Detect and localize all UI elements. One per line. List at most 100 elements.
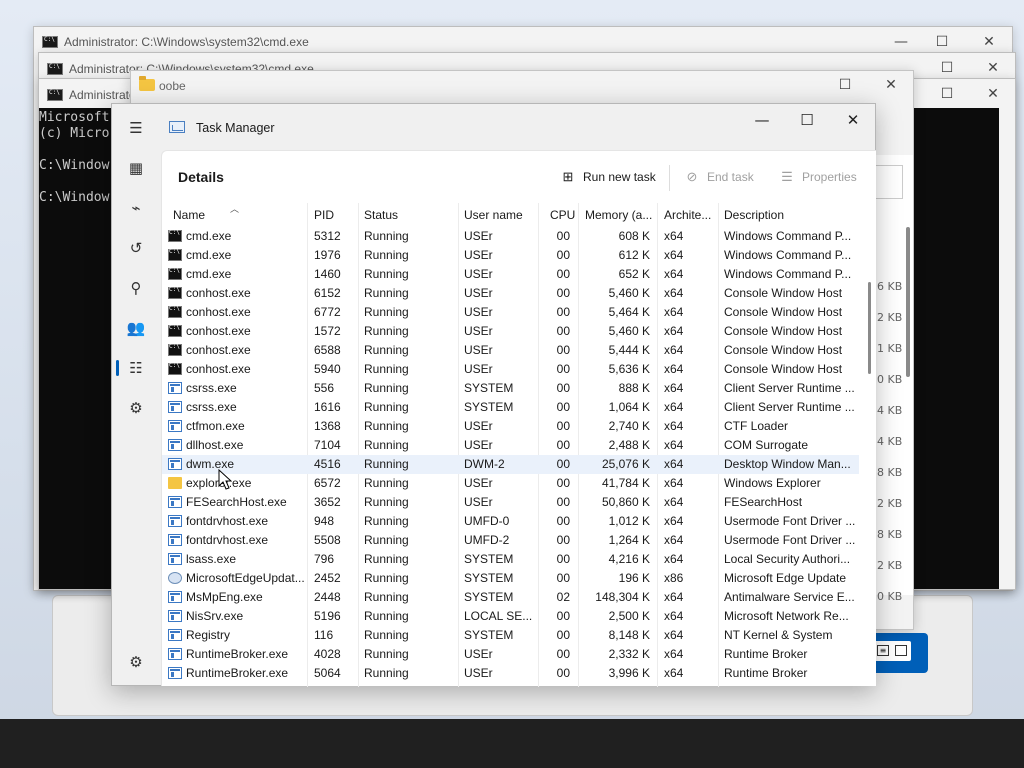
close-icon[interactable]: ✕ — [977, 34, 1001, 50]
app-history-icon[interactable]: ↺ — [124, 236, 148, 260]
process-description: Windows Explorer — [724, 476, 821, 490]
view-toggle[interactable]: ≡ — [873, 641, 911, 661]
process-description: Usermode Font Driver ... — [724, 514, 856, 528]
table-row[interactable]: cmd.exe 1460 Running USEr 00 652 K x64 Windows … — [162, 265, 859, 284]
process-memory: 652 K — [618, 267, 650, 281]
button-label: Properties — [802, 170, 857, 184]
column-header-status[interactable]: Status — [364, 208, 454, 224]
process-name: RuntimeBroker.exe — [186, 666, 289, 680]
process-status: Running — [364, 476, 409, 490]
table-row[interactable]: FESearchHost.exe 3652 Running USEr 00 50,860 … — [162, 493, 859, 512]
details-page: Details ⊞ Run new task ⊘ End task ☰ Propert… — [161, 150, 876, 687]
process-description: Client Server Runtime ... — [724, 381, 855, 395]
properties-button[interactable]: ☰ Properties — [779, 169, 857, 185]
column-header-memory[interactable]: Memory (a... — [585, 208, 655, 224]
column-header-cpu[interactable]: CPU — [550, 208, 578, 224]
run-task-icon: ⊞ — [562, 169, 574, 184]
process-cpu: 00 — [556, 400, 570, 414]
process-memory: 608 K — [618, 229, 650, 243]
process-description: Runtime Broker — [724, 666, 808, 680]
table-row[interactable]: csrss.exe 556 Running SYSTEM 00 888 K x64 Clien… — [162, 379, 859, 398]
process-cpu: 00 — [556, 324, 570, 338]
list-view-icon[interactable]: ≡ — [877, 645, 889, 656]
process-cpu: 02 — [556, 590, 570, 604]
table-row[interactable]: lsass.exe 796 Running SYSTEM 00 4,216 K x64 Loc… — [162, 550, 859, 569]
table-row[interactable]: csrss.exe 1616 Running SYSTEM 00 1,064 K x64 Cl… — [162, 398, 859, 417]
table-row[interactable]: ctfmon.exe 1368 Running USEr 00 2,740 K x64 CTF… — [162, 417, 859, 436]
process-cpu: 00 — [556, 552, 570, 566]
end-task-button[interactable]: ⊘ End task — [684, 169, 754, 185]
process-status: Running — [364, 552, 409, 566]
tile-view-icon[interactable] — [895, 645, 907, 656]
settings-icon[interactable]: ⚙ — [124, 650, 148, 674]
users-icon[interactable]: 👥 — [124, 316, 148, 340]
scrollbar[interactable] — [906, 227, 910, 377]
process-cpu: 00 — [556, 343, 570, 357]
process-name: conhost.exe — [186, 286, 251, 300]
file-size: 0 KB — [877, 590, 903, 603]
column-header-architecture[interactable]: Archite... — [664, 208, 718, 224]
minimize-icon[interactable]: — — [889, 34, 913, 50]
details-icon[interactable]: ☷ — [124, 356, 148, 380]
processes-icon[interactable]: ▦ — [124, 156, 148, 180]
table-row[interactable]: explorer.exe 6572 Running USEr 00 41,784 K x64… — [162, 474, 859, 493]
process-name: Registry — [186, 628, 231, 642]
column-header-description[interactable]: Description — [724, 208, 854, 224]
process-pid: 6772 — [314, 305, 341, 319]
table-row[interactable]: cmd.exe 1976 Running USEr 00 612 K x64 Windows … — [162, 246, 859, 265]
minimize-icon[interactable]: — — [747, 112, 777, 128]
process-status: Running — [364, 590, 409, 604]
process-user: SYSTEM — [464, 381, 514, 395]
close-icon[interactable]: ✕ — [838, 112, 868, 128]
table-row[interactable]: MicrosoftEdgeUpdat... 2452 Running SYSTEM 00… — [162, 569, 859, 588]
table-row[interactable]: fontdrvhost.exe 5508 Running UMFD-2 00 1,264 … — [162, 531, 859, 550]
table-row[interactable]: conhost.exe 6772 Running USEr 00 5,464 K x64 Co… — [162, 303, 859, 322]
maximize-icon[interactable]: ☐ — [833, 77, 857, 93]
app-window-icon — [168, 515, 182, 527]
table-row[interactable]: conhost.exe 1572 Running USEr 00 5,460 K x64 Co… — [162, 322, 859, 341]
cmd-window-title: Administrator: C:\Windows\system32\cmd.e… — [64, 35, 309, 49]
table-row[interactable]: conhost.exe 6152 Running USEr 00 5,460 K x64 Co… — [162, 284, 859, 303]
process-description: COM Surrogate — [724, 438, 809, 452]
close-icon[interactable]: ✕ — [879, 77, 903, 93]
table-row[interactable]: Registry 116 Running SYSTEM 00 8,148 K x64 NT K… — [162, 626, 859, 645]
process-pid: 5508 — [314, 533, 341, 547]
process-description: Microsoft Edge Update — [724, 571, 847, 585]
column-header-name[interactable]: Name — [173, 208, 303, 224]
maximize-icon[interactable]: ☐ — [935, 60, 959, 76]
vertical-scrollbar[interactable] — [868, 282, 871, 374]
search-box[interactable] — [873, 165, 903, 199]
table-row[interactable]: NisSrv.exe 5196 Running LOCAL SE... 00 2,500 … — [162, 607, 859, 626]
table-row[interactable]: RuntimeBroker.exe 5064 Running USEr 00 3,996 … — [162, 664, 859, 683]
process-name: dwm.exe — [186, 457, 235, 471]
process-cpu: 00 — [556, 267, 570, 281]
table-row[interactable]: dwm.exe 4516 Running DWM-2 00 25,076 K x64 Desk… — [162, 455, 859, 474]
table-row[interactable]: RuntimeBroker.exe 4028 Running USEr 00 2,332 … — [162, 645, 859, 664]
table-row[interactable]: conhost.exe 6588 Running USEr 00 5,444 K x64 Co… — [162, 341, 859, 360]
process-user: USEr — [464, 267, 493, 281]
maximize-icon[interactable]: ☐ — [930, 34, 954, 50]
process-architecture: x64 — [664, 438, 684, 452]
close-icon[interactable]: ✕ — [981, 60, 1005, 76]
table-row[interactable]: dllhost.exe 7104 Running USEr 00 2,488 K x64 CO… — [162, 436, 859, 455]
column-header-user-name[interactable]: User name — [464, 208, 538, 224]
process-description: Windows Command P... — [724, 267, 852, 281]
run-new-task-button[interactable]: ⊞ Run new task — [560, 169, 656, 185]
startup-apps-icon[interactable]: ⚲ — [124, 276, 148, 300]
process-name: conhost.exe — [186, 343, 251, 357]
task-manager-window[interactable]: ☰ Task Manager — ☐ ✕ ▦ ⌁ ↺ ⚲ 👥 ☷ ⚙ ⚙ Det… — [111, 103, 876, 687]
services-icon[interactable]: ⚙ — [124, 396, 148, 420]
maximize-icon[interactable]: ☐ — [935, 86, 959, 102]
performance-icon[interactable]: ⌁ — [124, 196, 148, 220]
process-user: USEr — [464, 305, 493, 319]
table-row[interactable]: MsMpEng.exe 2448 Running SYSTEM 02 148,304 K x… — [162, 588, 859, 607]
close-icon[interactable]: ✕ — [981, 86, 1005, 102]
table-row[interactable]: cmd.exe 5312 Running USEr 00 608 K x64 Windows … — [162, 227, 859, 246]
process-status: Running — [364, 286, 409, 300]
process-memory: 8,148 K — [608, 628, 650, 642]
maximize-icon[interactable]: ☐ — [792, 112, 822, 128]
table-row[interactable]: fontdrvhost.exe 948 Running UMFD-0 00 1,012 K… — [162, 512, 859, 531]
table-row[interactable]: conhost.exe 5940 Running USEr 00 5,636 K x64 Co… — [162, 360, 859, 379]
column-header-pid[interactable]: PID — [314, 208, 358, 224]
hamburger-menu-icon[interactable]: ☰ — [124, 116, 148, 140]
